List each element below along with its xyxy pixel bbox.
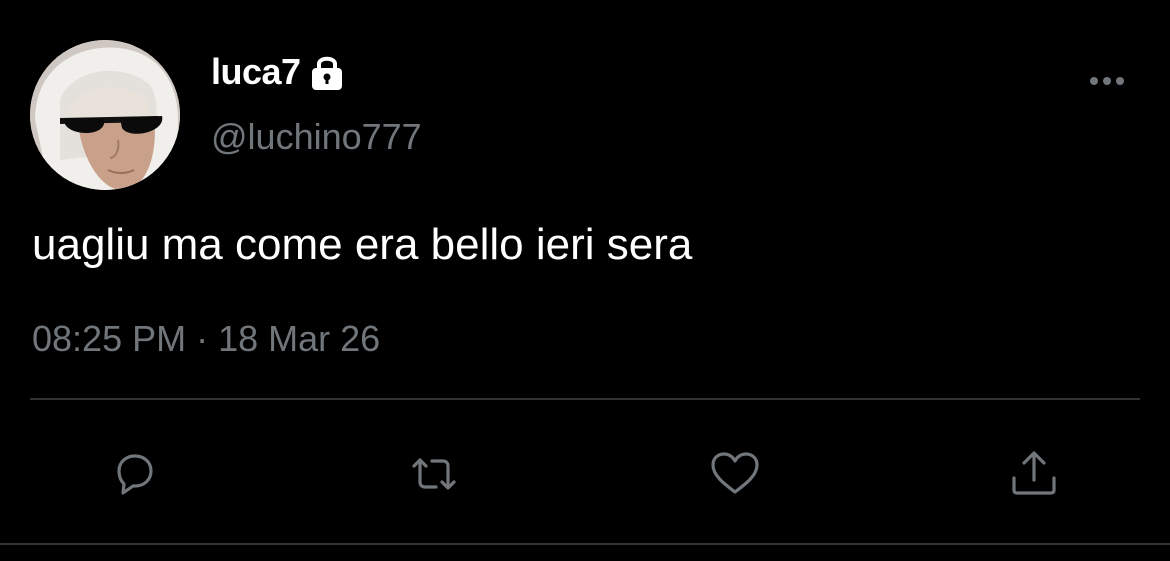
- tweet-text: uagliu ma come era bello ieri sera: [32, 220, 693, 269]
- retweet-button[interactable]: [404, 444, 464, 504]
- tweet-card: luca7 @luchino777 uagliu ma come era bel…: [0, 0, 1170, 561]
- avatar[interactable]: [30, 40, 180, 190]
- share-button[interactable]: [1004, 444, 1064, 504]
- tweet-timestamp[interactable]: 08:25 PM · 18 Mar 26: [32, 318, 380, 360]
- retweet-arrows-icon: [412, 458, 456, 490]
- lock-icon: [307, 52, 347, 92]
- speech-bubble-icon: [117, 454, 153, 495]
- heart-icon: [711, 452, 759, 494]
- share-upload-icon: [1012, 451, 1056, 495]
- bottom-divider: [0, 543, 1170, 545]
- reply-button[interactable]: [105, 444, 165, 504]
- display-name[interactable]: luca7: [211, 51, 301, 93]
- like-button[interactable]: [705, 444, 765, 504]
- user-handle[interactable]: @luchino777: [211, 116, 422, 158]
- display-name-row: luca7: [211, 50, 347, 94]
- divider: [30, 398, 1140, 400]
- avatar-photo: [30, 40, 180, 190]
- more-options-icon[interactable]: [1082, 66, 1132, 96]
